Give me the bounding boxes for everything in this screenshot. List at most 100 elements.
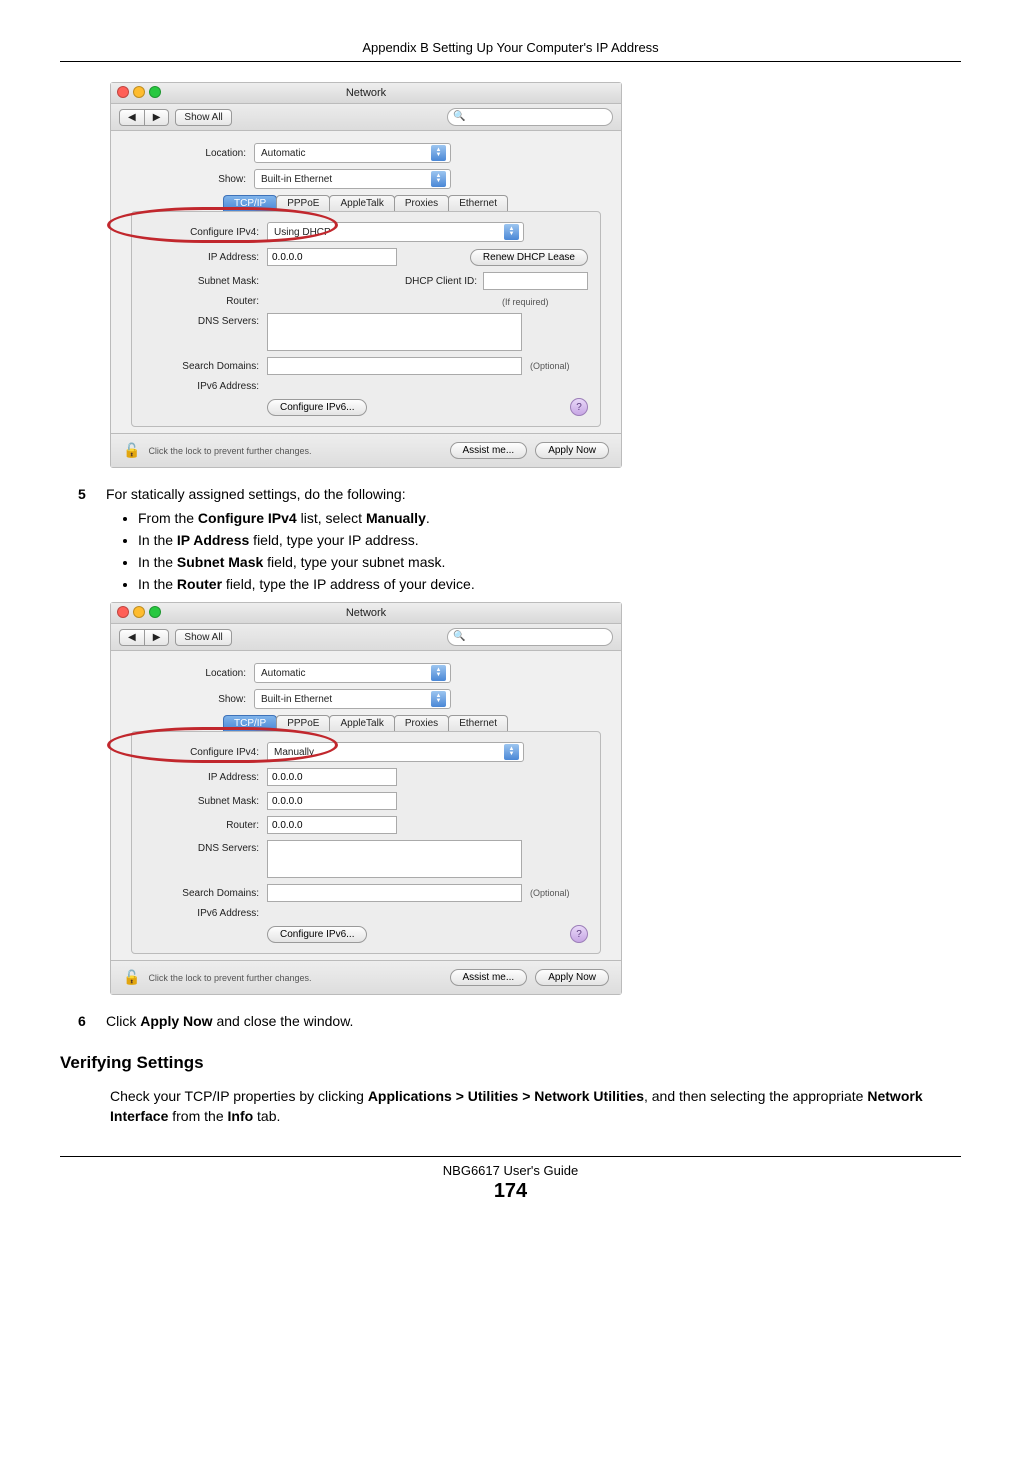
minimize-icon[interactable] bbox=[133, 606, 145, 618]
configure-ipv6-button[interactable]: Configure IPv6... bbox=[267, 926, 367, 943]
subnet-mask-label: Subnet Mask: bbox=[144, 796, 267, 807]
tab-tcpip[interactable]: TCP/IP bbox=[223, 715, 277, 731]
page-number: 174 bbox=[60, 1180, 961, 1203]
show-select[interactable]: Built-in Ethernet ▲▼ bbox=[254, 689, 451, 709]
search-domains-field[interactable] bbox=[267, 884, 522, 902]
window-title: Network bbox=[346, 87, 386, 99]
configure-ipv4-label: Configure IPv4: bbox=[144, 747, 267, 758]
subnet-mask-field[interactable] bbox=[267, 792, 397, 810]
mac-network-window-manual: Network ◀ ▶ Show All 🔍 Location: Automat… bbox=[110, 602, 622, 995]
location-value: Automatic bbox=[261, 668, 305, 679]
close-icon[interactable] bbox=[117, 86, 129, 98]
tab-ethernet[interactable]: Ethernet bbox=[448, 715, 508, 731]
verifying-settings-heading: Verifying Settings bbox=[60, 1053, 961, 1073]
location-select[interactable]: Automatic ▲▼ bbox=[254, 663, 451, 683]
subnet-mask-label: Subnet Mask: bbox=[144, 276, 267, 287]
tab-ethernet[interactable]: Ethernet bbox=[448, 195, 508, 211]
tab-pppoe[interactable]: PPPoE bbox=[276, 195, 330, 211]
ip-address-field[interactable] bbox=[267, 248, 397, 266]
step-5-number: 5 bbox=[78, 486, 94, 502]
minimize-icon[interactable] bbox=[133, 86, 145, 98]
router-field[interactable] bbox=[267, 816, 397, 834]
assist-me-button[interactable]: Assist me... bbox=[450, 969, 528, 986]
apply-now-button[interactable]: Apply Now bbox=[535, 442, 609, 459]
dhcp-client-id-field[interactable] bbox=[483, 272, 588, 290]
footer-divider bbox=[60, 1156, 961, 1157]
configure-ipv4-value: Using DHCP bbox=[274, 227, 331, 238]
verifying-settings-para: Check your TCP/IP properties by clicking… bbox=[110, 1087, 961, 1126]
tab-tcpip[interactable]: TCP/IP bbox=[223, 195, 277, 211]
lock-text: Click the lock to prevent further change… bbox=[148, 446, 311, 456]
back-button[interactable]: ◀ bbox=[119, 109, 145, 126]
ipv6-address-label: IPv6 Address: bbox=[144, 381, 267, 392]
dns-servers-field[interactable] bbox=[267, 313, 522, 351]
dns-servers-label: DNS Servers: bbox=[144, 313, 267, 327]
assist-me-button[interactable]: Assist me... bbox=[450, 442, 528, 459]
step-6-text: Click Apply Now and close the window. bbox=[106, 1013, 353, 1029]
traffic-lights bbox=[117, 86, 161, 98]
configure-ipv4-select[interactable]: Using DHCP ▲▼ bbox=[267, 222, 524, 242]
apply-now-button[interactable]: Apply Now bbox=[535, 969, 609, 986]
optional-hint: (Optional) bbox=[530, 361, 570, 371]
tab-strip: TCP/IP PPPoE AppleTalk Proxies Ethernet bbox=[131, 715, 601, 731]
show-label: Show: bbox=[131, 694, 254, 705]
show-all-button[interactable]: Show All bbox=[175, 109, 231, 126]
step-5: 5 For statically assigned settings, do t… bbox=[78, 486, 961, 502]
search-input[interactable] bbox=[447, 628, 613, 646]
help-icon[interactable]: ? bbox=[570, 925, 588, 943]
forward-button[interactable]: ▶ bbox=[145, 629, 170, 646]
tab-proxies[interactable]: Proxies bbox=[394, 195, 449, 211]
search-domains-label: Search Domains: bbox=[144, 888, 267, 899]
page-header: Appendix B Setting Up Your Computer's IP… bbox=[60, 40, 961, 62]
step-6: 6 Click Apply Now and close the window. bbox=[78, 1013, 961, 1029]
search-domains-field[interactable] bbox=[267, 357, 522, 375]
show-all-button[interactable]: Show All bbox=[175, 629, 231, 646]
configure-ipv4-select[interactable]: Manually ▲▼ bbox=[267, 742, 524, 762]
toolbar: ◀ ▶ Show All 🔍 bbox=[111, 104, 621, 131]
configure-ipv4-label: Configure IPv4: bbox=[144, 227, 267, 238]
help-icon[interactable]: ? bbox=[570, 398, 588, 416]
window-title: Network bbox=[346, 607, 386, 619]
ipv6-address-label: IPv6 Address: bbox=[144, 908, 267, 919]
page-footer: NBG6617 User's Guide 174 bbox=[60, 1163, 961, 1203]
router-label: Router: bbox=[144, 820, 267, 831]
tab-appletalk[interactable]: AppleTalk bbox=[329, 195, 394, 211]
tab-strip: TCP/IP PPPoE AppleTalk Proxies Ethernet bbox=[131, 195, 601, 211]
ip-address-field[interactable] bbox=[267, 768, 397, 786]
show-select[interactable]: Built-in Ethernet ▲▼ bbox=[254, 169, 451, 189]
search-icon: 🔍 bbox=[453, 111, 465, 122]
router-label: Router: bbox=[144, 296, 267, 307]
list-item: In the Subnet Mask field, type your subn… bbox=[138, 554, 961, 570]
lock-icon[interactable]: 🔓 bbox=[123, 969, 140, 986]
lock-text: Click the lock to prevent further change… bbox=[148, 973, 311, 983]
window-footer: 🔓 Click the lock to prevent further chan… bbox=[111, 960, 621, 994]
list-item: In the IP Address field, type your IP ad… bbox=[138, 532, 961, 548]
close-icon[interactable] bbox=[117, 606, 129, 618]
zoom-icon[interactable] bbox=[149, 606, 161, 618]
location-select[interactable]: Automatic ▲▼ bbox=[254, 143, 451, 163]
configure-ipv6-button[interactable]: Configure IPv6... bbox=[267, 399, 367, 416]
tcpip-panel: Configure IPv4: Using DHCP ▲▼ IP Address… bbox=[131, 211, 601, 427]
renew-dhcp-button[interactable]: Renew DHCP Lease bbox=[470, 249, 588, 266]
chevron-updown-icon: ▲▼ bbox=[431, 691, 446, 707]
book-name: NBG6617 User's Guide bbox=[60, 1163, 961, 1178]
step-5-bullets: From the Configure IPv4 list, select Man… bbox=[138, 510, 961, 592]
zoom-icon[interactable] bbox=[149, 86, 161, 98]
dns-servers-label: DNS Servers: bbox=[144, 840, 267, 854]
tab-appletalk[interactable]: AppleTalk bbox=[329, 715, 394, 731]
forward-button[interactable]: ▶ bbox=[145, 109, 170, 126]
list-item: From the Configure IPv4 list, select Man… bbox=[138, 510, 961, 526]
window-titlebar: Network bbox=[111, 83, 621, 104]
step-5-text: For statically assigned settings, do the… bbox=[106, 486, 406, 502]
search-input[interactable] bbox=[447, 108, 613, 126]
back-button[interactable]: ◀ bbox=[119, 629, 145, 646]
tab-pppoe[interactable]: PPPoE bbox=[276, 715, 330, 731]
if-required-hint: (If required) bbox=[502, 297, 549, 307]
window-footer: 🔓 Click the lock to prevent further chan… bbox=[111, 433, 621, 467]
chevron-updown-icon: ▲▼ bbox=[431, 171, 446, 187]
lock-icon[interactable]: 🔓 bbox=[123, 442, 140, 459]
location-value: Automatic bbox=[261, 148, 305, 159]
tab-proxies[interactable]: Proxies bbox=[394, 715, 449, 731]
dns-servers-field[interactable] bbox=[267, 840, 522, 878]
list-item: In the Router field, type the IP address… bbox=[138, 576, 961, 592]
